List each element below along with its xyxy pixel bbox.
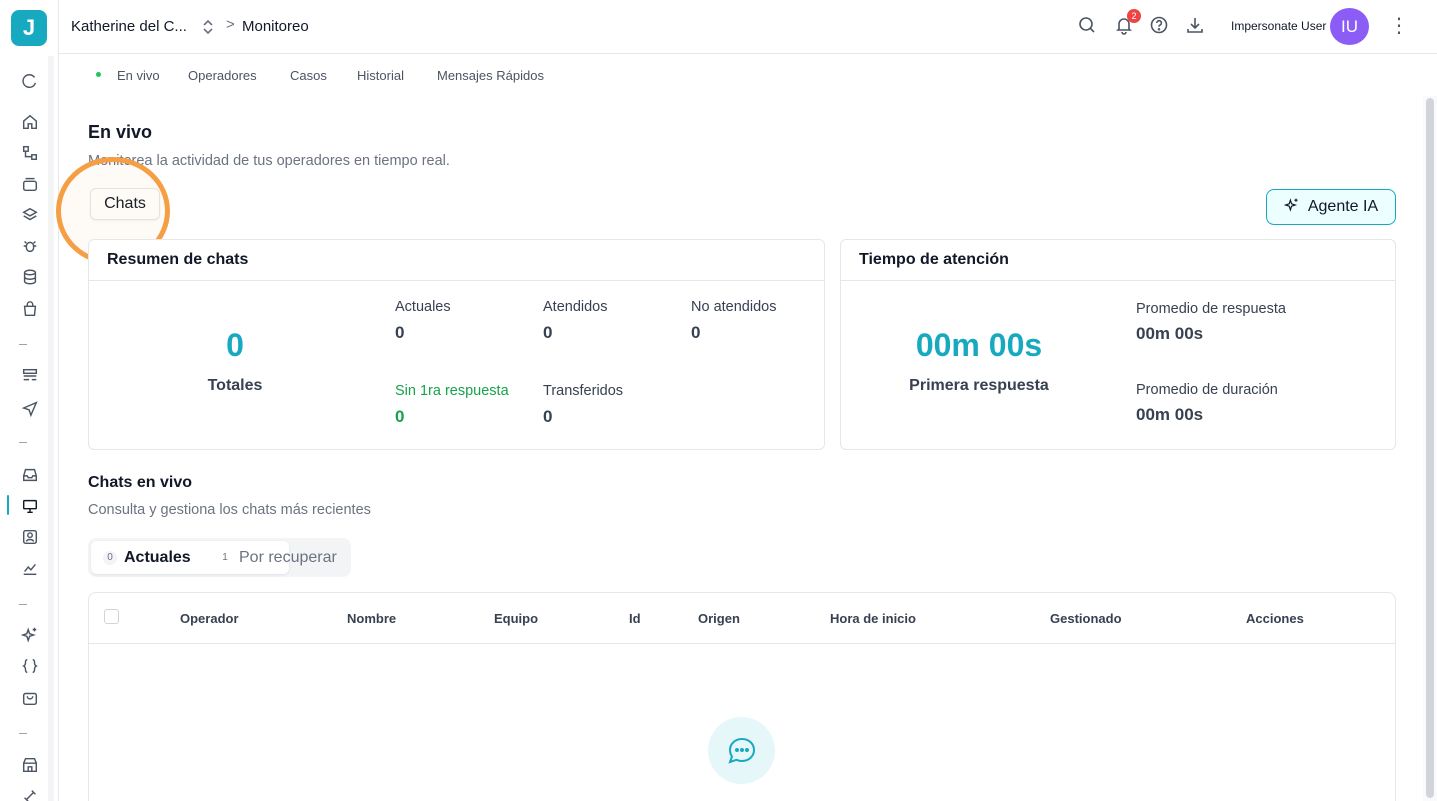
tab-chats[interactable]: Chats [90,188,160,220]
active-indicator [7,495,9,515]
bug-icon[interactable] [19,235,41,257]
store-bag-icon[interactable] [19,687,41,709]
segment-label: Por recuperar [239,548,337,566]
app-root: J Katherine del C... > Monitoreo 2 Imper… [0,0,1437,801]
page-subtitle: Monitorea la actividad de tus operadores… [88,153,450,169]
column-gestionado[interactable]: Gestionado [1050,611,1122,626]
attention-card-title: Tiempo de atención [859,251,1009,268]
sidebar-divider [19,442,27,443]
storefront-icon[interactable] [19,754,41,776]
live-chats-subtitle: Consulta y gestiona los chats más recien… [88,502,371,518]
select-all-checkbox[interactable] [104,609,119,624]
contact-icon[interactable] [19,526,41,548]
home-icon[interactable] [19,111,41,133]
first-response-value: 00m 00s [915,327,1043,363]
send-icon[interactable] [19,397,41,419]
column-equipo[interactable]: Equipo [494,611,538,626]
avg-duration-label: Promedio de duración [1136,382,1278,398]
page-title: En vivo [88,122,153,142]
forms-icon[interactable] [19,365,41,387]
tab-historial[interactable]: Historial [357,68,404,83]
analytics-icon[interactable] [19,557,41,579]
attention-time-card: Tiempo de atención 00m 00s Primera respu… [840,239,1396,450]
refresh-icon[interactable] [19,70,41,92]
sidebar-divider [19,344,27,345]
no-atendidos-label: No atendidos [691,299,777,315]
column-id[interactable]: Id [629,611,641,626]
column-nombre[interactable]: Nombre [347,611,396,626]
workspace-name[interactable]: Katherine del C... [71,18,187,35]
layers-icon[interactable] [19,204,41,226]
plug-icon[interactable] [19,785,41,801]
avg-response-value: 00m 00s [1136,324,1204,343]
inbox-icon[interactable] [19,464,41,486]
transferidos-value: 0 [543,407,553,426]
summary-card-header: Resumen de chats [89,240,824,281]
avg-duration-value: 00m 00s [1136,405,1204,424]
atendidos-label: Atendidos [543,299,608,315]
summary-card-title: Resumen de chats [107,251,249,268]
sidebar: J [0,0,59,801]
code-braces-icon[interactable] [19,655,41,677]
breadcrumb-separator: > [226,16,235,33]
column-origen[interactable]: Origen [698,611,740,626]
tab-en-vivo[interactable]: En vivo [117,68,160,83]
tab-operadores[interactable]: Operadores [188,68,257,83]
column-hora-inicio[interactable]: Hora de inicio [830,611,916,626]
total-chats-label: Totales [207,377,263,394]
main-scrollbar-thumb[interactable] [1426,98,1434,798]
total-chats-value: 0 [226,327,244,363]
sidebar-divider [19,604,27,605]
top-header: Katherine del C... > Monitoreo 2 Imperso… [59,0,1437,54]
column-acciones: Acciones [1246,611,1304,626]
search-icon[interactable] [1077,15,1099,37]
shopping-bag-icon[interactable] [19,298,41,320]
segment-count: 1 [222,551,228,563]
sin-respuesta-label: Sin 1ra respuesta [395,383,509,399]
live-chats-title: Chats en vivo [88,474,193,491]
agent-ia-label: Agente IA [1307,198,1379,215]
notification-badge: 2 [1127,9,1141,23]
agent-ia-button[interactable]: Agente IA [1266,189,1396,225]
monitoring-subtabs: En vivo Operadores Casos Historial Mensa… [59,54,1437,96]
segment-label: Actuales [124,548,191,566]
monitor-icon[interactable] [19,495,41,517]
table-header: Operador Nombre Equipo Id Origen Hora de… [89,593,1395,644]
archive-icon[interactable] [19,173,41,195]
attention-card-header: Tiempo de atención [841,240,1395,281]
sparkles-icon [1283,197,1300,218]
segment-count: 0 [103,550,117,565]
app-logo[interactable]: J [11,10,47,46]
column-operador[interactable]: Operador [180,611,239,626]
first-response-label: Primera respuesta [909,377,1049,394]
transferidos-label: Transferidos [543,383,624,399]
avg-response-label: Promedio de respuesta [1136,301,1286,317]
workspace-switch-icon[interactable] [201,17,215,37]
empty-state-chat-icon [708,717,775,784]
tab-mensajes-rapidos[interactable]: Mensajes Rápidos [437,68,544,83]
live-indicator-dot [96,72,101,77]
impersonate-user-label[interactable]: Impersonate User [1231,19,1326,33]
more-options-icon[interactable]: ⋮ [1389,15,1409,39]
sparkles-icon[interactable] [19,624,41,646]
sin-respuesta-value: 0 [395,407,405,426]
breadcrumb-current: Monitoreo [242,18,309,35]
atendidos-value: 0 [543,323,553,342]
chats-segmented-control: 0 Actuales 1 Por recuperar [88,538,351,577]
segment-por-recuperar[interactable]: 1 Por recuperar [206,541,348,574]
database-icon[interactable] [19,266,41,288]
summary-card: Resumen de chats 0 Totales Actuales 0 At… [88,239,825,450]
actuales-value: 0 [395,323,405,342]
actuales-label: Actuales [395,299,451,315]
sidebar-scrollbar[interactable] [48,56,54,801]
avatar[interactable]: IU [1330,8,1369,45]
tab-casos[interactable]: Casos [290,68,327,83]
live-chats-table: Operador Nombre Equipo Id Origen Hora de… [88,592,1396,801]
help-icon[interactable] [1149,15,1171,37]
download-icon[interactable] [1185,15,1207,37]
no-atendidos-value: 0 [691,323,701,342]
flow-icon[interactable] [19,142,41,164]
sidebar-divider [19,733,27,734]
